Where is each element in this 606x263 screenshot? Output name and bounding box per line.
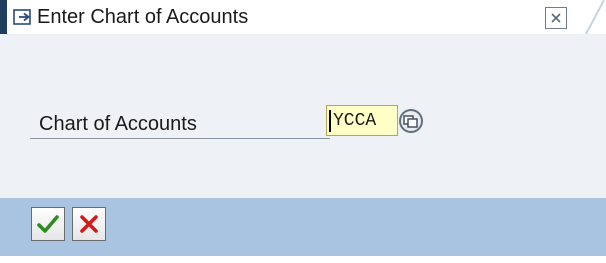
- value-help-icon[interactable]: [398, 106, 426, 136]
- field-label-underline: [30, 138, 330, 139]
- checkmark-icon: [37, 214, 59, 234]
- chart-of-accounts-input[interactable]: [326, 105, 398, 136]
- x-icon: [79, 214, 99, 234]
- title-bar: Enter Chart of Accounts: [0, 0, 606, 35]
- close-button[interactable]: [545, 7, 567, 29]
- cancel-button[interactable]: [72, 207, 106, 241]
- dialog-content: Chart of Accounts: [0, 34, 606, 198]
- footer-toolbar: [0, 198, 606, 256]
- chart-of-accounts-label: Chart of Accounts: [39, 113, 197, 135]
- continue-button[interactable]: [31, 207, 65, 241]
- chart-of-accounts-row: Chart of Accounts: [30, 102, 423, 139]
- text-cursor: [329, 110, 331, 132]
- title-bar-decoration: [582, 0, 606, 35]
- dialog-window: Enter Chart of Accounts Chart of Account…: [0, 0, 606, 263]
- dialog-title: Enter Chart of Accounts: [37, 6, 249, 28]
- title-accent-bar: [0, 0, 7, 34]
- close-icon: [550, 12, 562, 24]
- bottom-strip: [0, 256, 606, 263]
- execute-icon: [13, 9, 33, 26]
